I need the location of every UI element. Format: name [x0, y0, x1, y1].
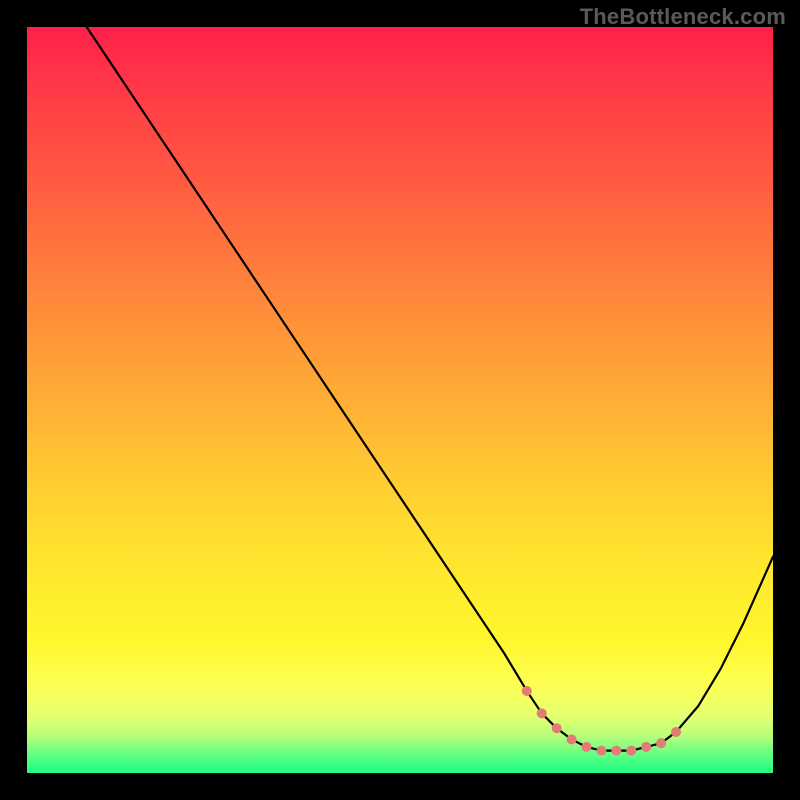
bottleneck-curve-chart: [27, 27, 773, 773]
curve-marker: [522, 686, 532, 696]
curve-marker: [641, 742, 651, 752]
curve-marker: [582, 742, 592, 752]
curve-marker: [656, 738, 666, 748]
curve-marker: [626, 746, 636, 756]
curve-marker: [596, 746, 606, 756]
bottleneck-curve-markers: [522, 686, 681, 756]
watermark-text: TheBottleneck.com: [580, 4, 786, 30]
curve-marker: [552, 723, 562, 733]
curve-marker: [567, 734, 577, 744]
curve-marker: [671, 727, 681, 737]
curve-marker: [537, 708, 547, 718]
bottleneck-curve-line: [87, 27, 773, 751]
curve-marker: [611, 746, 621, 756]
